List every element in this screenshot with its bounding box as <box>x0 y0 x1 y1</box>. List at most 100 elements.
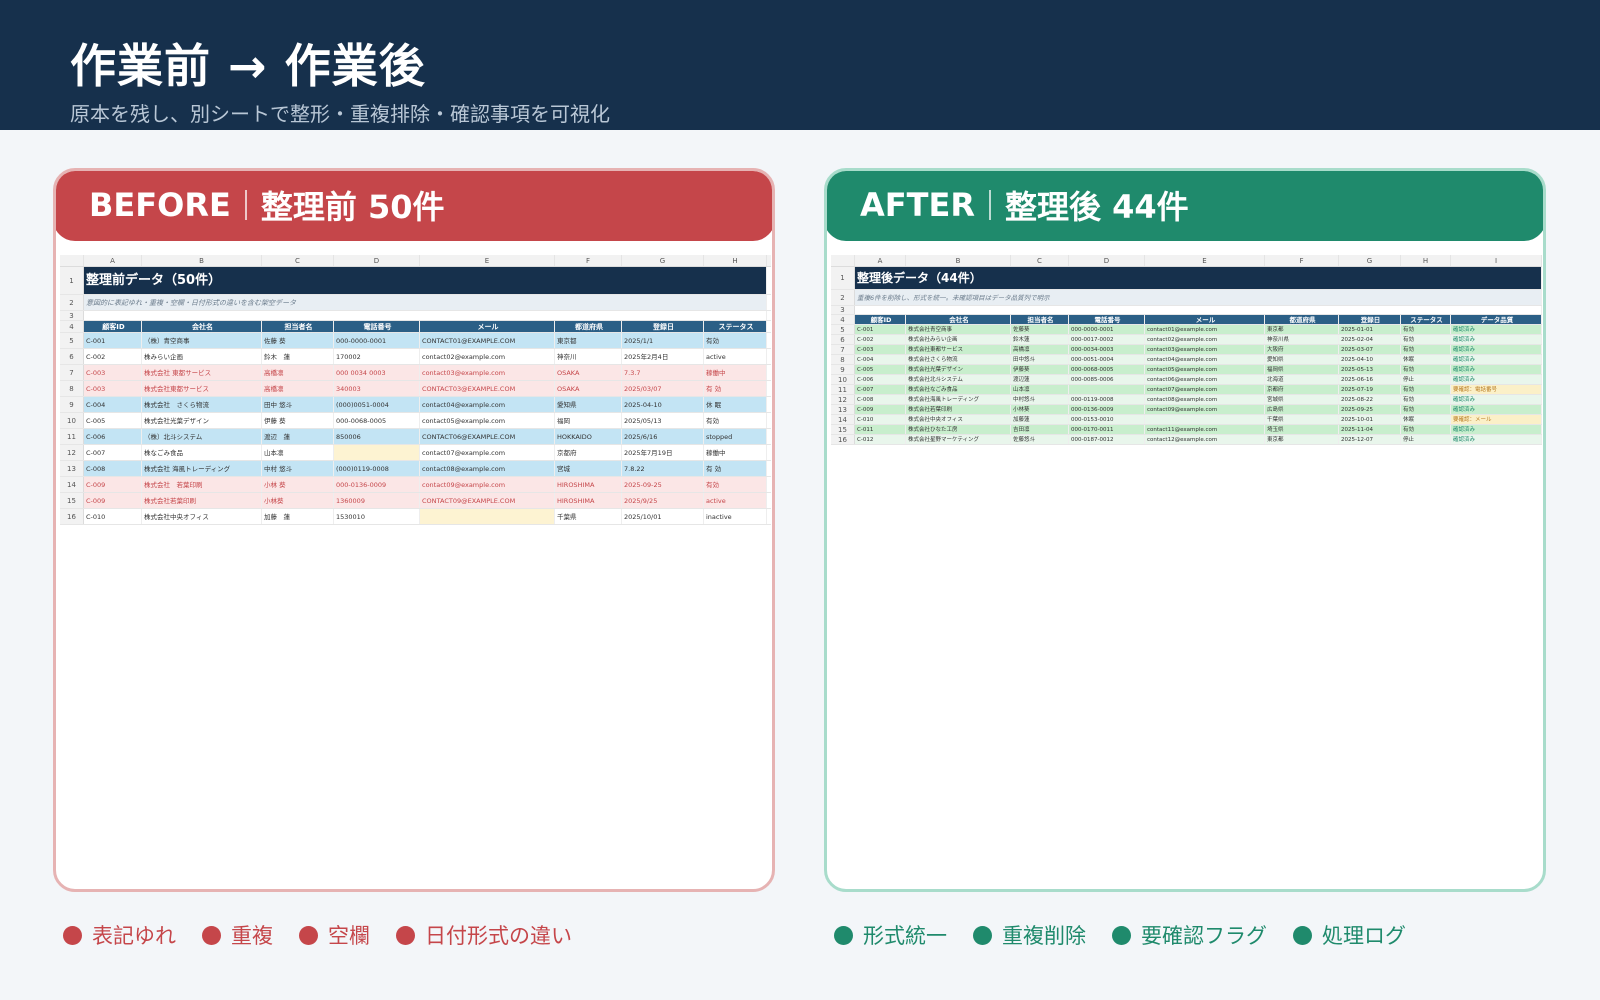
table-cell[interactable]: HIROSHIMA <box>555 477 622 492</box>
table-cell[interactable]: 山本凛 <box>1011 385 1069 394</box>
row-number[interactable]: 2 <box>60 295 84 310</box>
table-cell[interactable]: C-010 <box>84 509 142 524</box>
table-cell[interactable]: C-005 <box>855 365 906 374</box>
table-cell[interactable]: C-010 <box>855 415 906 424</box>
table-cell[interactable]: 2025/6/16 <box>622 429 704 444</box>
table-cell[interactable]: 株なごみ食品 <box>142 445 262 460</box>
table-cell[interactable]: 休眠 <box>1401 415 1451 424</box>
table-cell[interactable]: 2025-03-07 <box>1339 345 1401 354</box>
table-cell[interactable]: 吉田凛 <box>1011 425 1069 434</box>
row-number[interactable]: 6 <box>831 335 855 344</box>
table-cell[interactable]: 有効 <box>1401 335 1451 344</box>
table-cell[interactable]: 2025-12-07 <box>1339 435 1401 444</box>
table-cell[interactable]: C-003 <box>84 365 142 380</box>
row-number[interactable]: 10 <box>831 375 855 384</box>
table-cell[interactable]: 株式会社中央オフィス <box>142 509 262 524</box>
row-number[interactable]: 13 <box>60 461 84 476</box>
row-number[interactable]: 1 <box>831 267 855 289</box>
table-cell[interactable]: C-002 <box>855 335 906 344</box>
table-cell[interactable]: 000-0000-0001 <box>1069 325 1145 334</box>
table-cell[interactable]: 福岡県 <box>1265 365 1339 374</box>
table-cell[interactable]: 北海道 <box>1265 375 1339 384</box>
table-cell[interactable]: 確認済み <box>1451 325 1542 334</box>
table-cell[interactable]: 株式会社光葉デザイン <box>906 365 1011 374</box>
column-letter[interactable]: E <box>1145 255 1265 266</box>
table-cell[interactable]: 有効 <box>1401 345 1451 354</box>
table-cell[interactable]: 確認済み <box>1451 355 1542 364</box>
table-cell[interactable]: 2025年2月4日 <box>622 349 704 364</box>
row-number[interactable]: 6 <box>60 349 84 364</box>
table-cell[interactable]: 小林葵 <box>262 493 334 508</box>
row-number[interactable]: 14 <box>60 477 84 492</box>
table-cell[interactable]: contact08@example.com <box>1145 395 1265 404</box>
table-cell[interactable]: 有効 <box>1401 395 1451 404</box>
table-cell[interactable]: 有効 <box>704 477 767 492</box>
table-cell[interactable]: 000-0017-0002 <box>1069 335 1145 344</box>
row-number[interactable]: 7 <box>831 345 855 354</box>
row-number[interactable]: 2 <box>831 290 855 305</box>
table-cell[interactable]: contact04@example.com <box>420 397 555 412</box>
table-cell[interactable]: 愛知県 <box>1265 355 1339 364</box>
table-cell[interactable]: 確認済み <box>1451 375 1542 384</box>
table-cell[interactable]: 000-0187-0012 <box>1069 435 1145 444</box>
column-letter[interactable]: G <box>1339 255 1401 266</box>
table-cell[interactable]: 高橋凛 <box>1011 345 1069 354</box>
row-number[interactable]: 3 <box>60 311 84 320</box>
table-cell[interactable]: 伊藤葵 <box>1011 365 1069 374</box>
table-cell[interactable]: 株式会社 東都サービス <box>142 365 262 380</box>
table-cell[interactable]: 休 眠 <box>704 397 767 412</box>
table-cell[interactable]: 株式会社東都サービス <box>906 345 1011 354</box>
table-cell[interactable]: 株式会社さくら物流 <box>906 355 1011 364</box>
table-cell[interactable]: 京都府 <box>555 445 622 460</box>
table-cell[interactable]: 田中悠斗 <box>1011 355 1069 364</box>
table-cell[interactable]: C-001 <box>855 325 906 334</box>
table-cell[interactable]: 確認済み <box>1451 395 1542 404</box>
column-letter[interactable]: A <box>855 255 906 266</box>
table-cell[interactable]: 000-0034-0003 <box>1069 345 1145 354</box>
table-cell[interactable]: 株式会社星野マーケティング <box>906 435 1011 444</box>
row-number[interactable]: 7 <box>60 365 84 380</box>
table-cell[interactable]: C-004 <box>855 355 906 364</box>
row-number[interactable]: 5 <box>60 333 84 348</box>
table-cell[interactable]: contact09@example.com <box>1145 405 1265 414</box>
table-cell[interactable]: inactive <box>704 509 767 524</box>
table-cell[interactable]: 170002 <box>334 349 420 364</box>
table-cell[interactable]: 株式会社中央オフィス <box>906 415 1011 424</box>
table-cell[interactable]: 株式会社海風トレーディング <box>906 395 1011 404</box>
table-cell[interactable]: 1530010 <box>334 509 420 524</box>
table-cell[interactable]: 株式会社若葉印刷 <box>906 405 1011 414</box>
table-cell[interactable]: 000 0034 0003 <box>334 365 420 380</box>
table-cell[interactable]: 7.8.22 <box>622 461 704 476</box>
table-cell[interactable]: 有 効 <box>704 461 767 476</box>
row-number[interactable]: 12 <box>831 395 855 404</box>
table-cell[interactable]: (000)0119-0008 <box>334 461 420 476</box>
table-cell[interactable]: 佐藤 葵 <box>262 333 334 348</box>
row-number[interactable]: 16 <box>60 509 84 524</box>
table-cell[interactable]: C-012 <box>855 435 906 444</box>
table-cell[interactable]: 東京都 <box>1265 325 1339 334</box>
table-cell[interactable]: C-001 <box>84 333 142 348</box>
table-cell[interactable]: 000-0153-0010 <box>1069 415 1145 424</box>
table-cell[interactable]: 有効 <box>704 333 767 348</box>
table-cell[interactable]: 000-0068-0005 <box>334 413 420 428</box>
table-cell[interactable]: HIROSHIMA <box>555 493 622 508</box>
table-cell[interactable]: contact01@example.com <box>1145 325 1265 334</box>
table-cell[interactable]: 000-0119-0008 <box>1069 395 1145 404</box>
table-cell[interactable]: C-009 <box>84 477 142 492</box>
column-letter[interactable]: H <box>704 255 767 266</box>
table-cell[interactable]: 2025/9/25 <box>622 493 704 508</box>
table-cell[interactable]: 000-0068-0005 <box>1069 365 1145 374</box>
table-cell[interactable]: 2025-08-22 <box>1339 395 1401 404</box>
table-cell[interactable]: 株式会社ひなた工房 <box>906 425 1011 434</box>
table-cell[interactable]: 000-0136-0009 <box>334 477 420 492</box>
row-number[interactable]: 1 <box>60 267 84 294</box>
table-cell[interactable]: 有効 <box>704 413 767 428</box>
table-cell[interactable]: 2025-10-01 <box>1339 415 1401 424</box>
table-cell[interactable]: stopped <box>704 429 767 444</box>
row-number[interactable]: 8 <box>831 355 855 364</box>
table-cell[interactable]: C-009 <box>84 493 142 508</box>
table-cell[interactable]: 850006 <box>334 429 420 444</box>
table-cell[interactable]: 株式会社青空商事 <box>906 325 1011 334</box>
table-cell[interactable]: 2025/05/13 <box>622 413 704 428</box>
row-number[interactable]: 13 <box>831 405 855 414</box>
